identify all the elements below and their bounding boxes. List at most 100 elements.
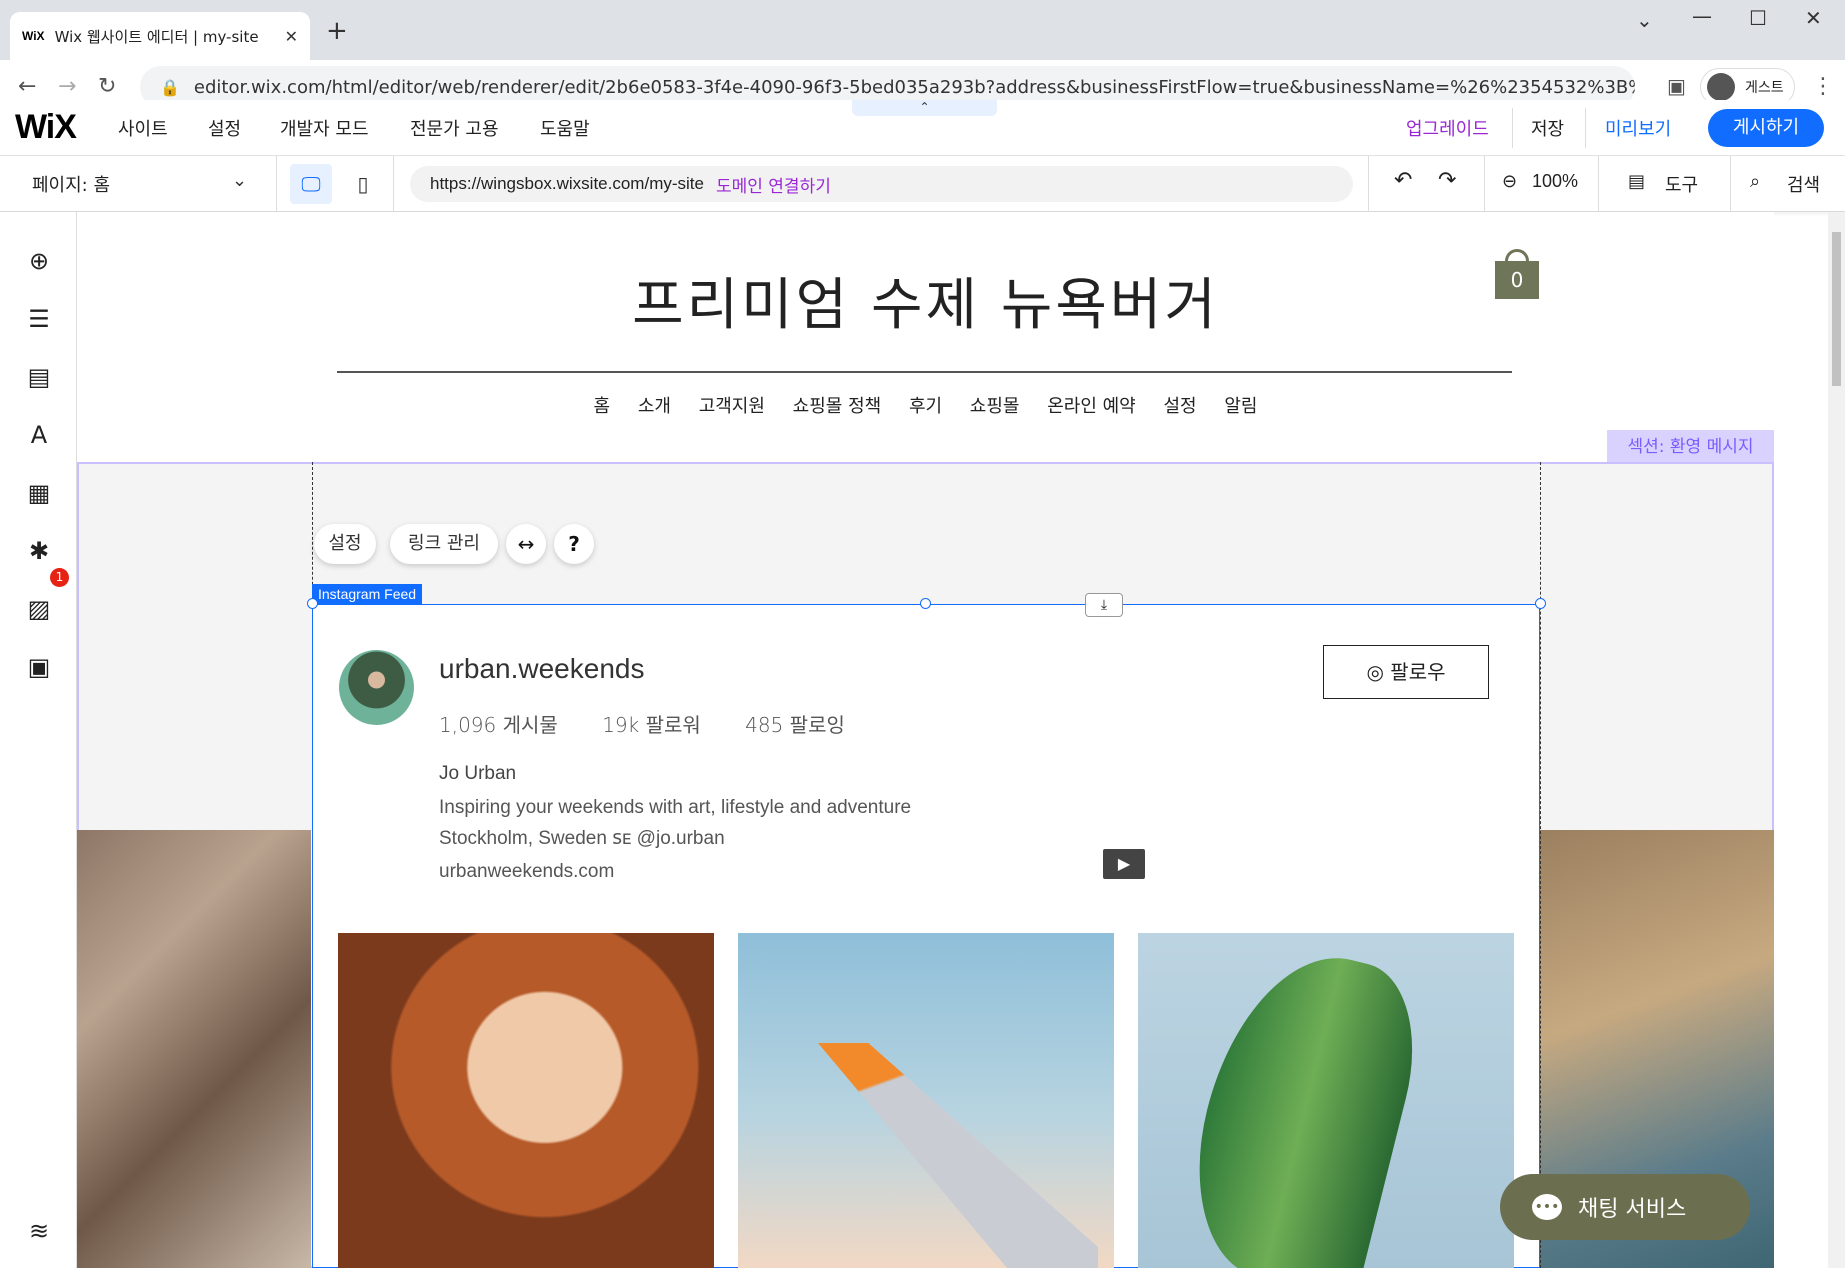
lock-icon: 🔒 bbox=[160, 77, 180, 97]
tab-title: Wix 웹사이트 에디터 | my-site bbox=[54, 27, 259, 46]
preview-button[interactable]: 미리보기 bbox=[1605, 115, 1671, 141]
profile-label: 게스트 bbox=[1745, 80, 1784, 96]
maximize-icon[interactable]: ☐ bbox=[1749, 6, 1767, 30]
leaf bbox=[1170, 934, 1436, 1268]
mobile-view-icon[interactable]: ▯ bbox=[352, 164, 374, 204]
help-icon[interactable]: ? bbox=[554, 524, 594, 564]
section-tag[interactable]: 섹션: 환영 메시지 bbox=[1607, 430, 1774, 464]
desktop-view-icon[interactable]: 🖵 bbox=[290, 164, 332, 204]
editor-left-sidebar: ⊕ ☰ ▤ A ▦ ✱ ▨ ▣ ≋ bbox=[0, 212, 77, 1268]
forward-icon[interactable]: → bbox=[58, 74, 76, 99]
search-button[interactable]: 검색 bbox=[1787, 171, 1820, 197]
feed-photo-1[interactable] bbox=[338, 933, 714, 1268]
nav-settings[interactable]: 설정 bbox=[1163, 396, 1196, 417]
media-icon[interactable]: ▨ bbox=[24, 594, 54, 624]
nav-notifications[interactable]: 알림 bbox=[1224, 396, 1257, 417]
feed-photo-3[interactable] bbox=[1138, 933, 1514, 1268]
zoom-out-icon[interactable]: ⊖ bbox=[1502, 171, 1517, 192]
publish-button[interactable]: 게시하기 bbox=[1708, 109, 1824, 147]
menu-settings[interactable]: 설정 bbox=[208, 115, 241, 141]
nav-about[interactable]: 소개 bbox=[638, 396, 671, 417]
apps-icon[interactable]: ▦ bbox=[24, 478, 54, 508]
divider bbox=[1484, 156, 1485, 212]
tools-button[interactable]: 도구 bbox=[1665, 171, 1698, 197]
sections-icon[interactable]: ☰ bbox=[24, 304, 54, 334]
menu-dev-mode[interactable]: 개발자 모드 bbox=[280, 115, 369, 141]
site-url-text: https://wingsbox.wixsite.com/my-site bbox=[430, 174, 704, 193]
instagram-feed-widget[interactable]: urban.weekends 1,096 게시물 19k 팔로워 485 팔로잉… bbox=[312, 604, 1540, 1268]
page-selector[interactable]: 페이지: 홈 bbox=[32, 171, 110, 197]
chat-label: 채팅 서비스 bbox=[1578, 1197, 1687, 1222]
search-icon[interactable]: ⌕ bbox=[1750, 171, 1760, 192]
widget-settings-button[interactable]: 설정 bbox=[314, 524, 376, 564]
undo-icon[interactable]: ↶ bbox=[1394, 168, 1412, 193]
close-window-icon[interactable]: ✕ bbox=[1805, 6, 1822, 30]
site-nav[interactable]: 홈 소개 고객지원 쇼핑몰 정책 후기 쇼핑몰 온라인 예약 설정 알림 bbox=[77, 392, 1774, 418]
nav-reviews[interactable]: 후기 bbox=[909, 396, 942, 417]
back-icon[interactable]: ← bbox=[18, 74, 36, 99]
add-icon[interactable]: ⊕ bbox=[24, 246, 54, 276]
portfolio-icon[interactable]: ▣ bbox=[24, 652, 54, 682]
save-button[interactable]: 저장 bbox=[1531, 115, 1564, 141]
nav-shop[interactable]: 쇼핑몰 bbox=[970, 396, 1020, 417]
zoom-level[interactable]: 100% bbox=[1532, 171, 1578, 192]
editor-canvas[interactable]: 프리미엄 수제 뉴욕버거 0 홈 소개 고객지원 쇼핑몰 정책 후기 쇼핑몰 온… bbox=[77, 212, 1774, 1268]
menu-help[interactable]: 도움말 bbox=[540, 115, 590, 141]
minimize-icon[interactable]: — bbox=[1692, 4, 1712, 28]
side-panel-icon[interactable]: ▣ bbox=[1667, 74, 1686, 98]
layers-icon[interactable]: ≋ bbox=[24, 1216, 54, 1246]
download-handle-icon[interactable]: ⤓ bbox=[1085, 593, 1123, 617]
redo-icon[interactable]: ↷ bbox=[1438, 168, 1456, 193]
ig-stats: 1,096 게시물 19k 팔로워 485 팔로잉 bbox=[439, 709, 883, 738]
ig-location: Stockholm, Sweden ꜱᴇ @jo.urban bbox=[439, 828, 725, 849]
ig-website: urbanweekends.com bbox=[439, 861, 615, 882]
upgrade-button[interactable]: 업그레이드 bbox=[1406, 115, 1489, 141]
design-icon[interactable]: A bbox=[24, 420, 54, 450]
ig-following: 485 팔로잉 bbox=[745, 713, 845, 737]
tab-search-chevron-icon[interactable]: ⌄ bbox=[1636, 8, 1653, 32]
divider bbox=[276, 156, 277, 212]
connect-domain-link[interactable]: 도메인 연결하기 bbox=[716, 172, 831, 197]
collapse-topbar-button[interactable]: ⌃ bbox=[852, 100, 997, 116]
browser-tab-bar: WiX Wix 웹사이트 에디터 | my-site ✕ + ⌄ — ☐ ✕ bbox=[0, 0, 1845, 60]
nav-booking[interactable]: 온라인 예약 bbox=[1047, 396, 1136, 417]
divider bbox=[1585, 108, 1586, 148]
cart-count: 0 bbox=[1495, 261, 1539, 299]
menu-site[interactable]: 사이트 bbox=[118, 115, 168, 141]
divider bbox=[1598, 156, 1599, 212]
resize-handle[interactable] bbox=[307, 598, 318, 609]
feed-photo-2[interactable] bbox=[738, 933, 1114, 1268]
tools-icon[interactable]: ▤ bbox=[1628, 171, 1645, 192]
divider bbox=[1368, 156, 1369, 212]
nav-home[interactable]: 홈 bbox=[594, 396, 611, 417]
ig-username: urban.weekends bbox=[439, 653, 645, 684]
chat-button[interactable]: ••• 채팅 서비스 bbox=[1500, 1174, 1750, 1240]
reload-icon[interactable]: ↻ bbox=[98, 74, 116, 99]
browser-tab[interactable]: WiX Wix 웹사이트 에디터 | my-site ✕ bbox=[10, 12, 310, 60]
cart-icon[interactable]: 0 bbox=[1495, 247, 1539, 299]
guide-line bbox=[1540, 462, 1541, 1268]
browser-menu-icon[interactable]: ⋮ bbox=[1812, 74, 1834, 99]
business-icon[interactable]: ✱ bbox=[24, 536, 54, 566]
follow-button[interactable]: ◎ 팔로우 bbox=[1323, 645, 1489, 699]
resize-handle[interactable] bbox=[1535, 598, 1546, 609]
divider bbox=[1730, 156, 1731, 212]
close-tab-icon[interactable]: ✕ bbox=[285, 27, 298, 46]
site-header[interactable]: 프리미엄 수제 뉴욕버거 0 홈 소개 고객지원 쇼핑몰 정책 후기 쇼핑몰 온… bbox=[77, 212, 1774, 462]
pages-icon[interactable]: ▤ bbox=[24, 362, 54, 392]
site-url-field[interactable]: https://wingsbox.wixsite.com/my-site 도메인… bbox=[410, 166, 1353, 202]
nav-shop-policy[interactable]: 쇼핑몰 정책 bbox=[793, 396, 882, 417]
wix-logo[interactable]: WiX bbox=[15, 108, 77, 147]
chevron-down-icon[interactable]: ⌄ bbox=[232, 170, 247, 191]
stretch-icon[interactable]: ↔ bbox=[506, 524, 546, 564]
background-image-left bbox=[77, 830, 311, 1268]
manage-links-button[interactable]: 링크 관리 bbox=[390, 524, 498, 564]
resize-handle[interactable] bbox=[920, 598, 931, 609]
new-tab-icon[interactable]: + bbox=[326, 16, 348, 46]
scrollbar-thumb[interactable] bbox=[1832, 232, 1841, 386]
wix-top-bar: ⌃ WiX 사이트 설정 개발자 모드 전문가 고용 도움말 업그레이드 저장 … bbox=[0, 100, 1845, 156]
nav-support[interactable]: 고객지원 bbox=[699, 396, 765, 417]
wix-favicon-icon: WiX bbox=[22, 29, 45, 43]
menu-hire-expert[interactable]: 전문가 고용 bbox=[410, 115, 499, 141]
chat-bubble-icon: ••• bbox=[1532, 1194, 1562, 1220]
